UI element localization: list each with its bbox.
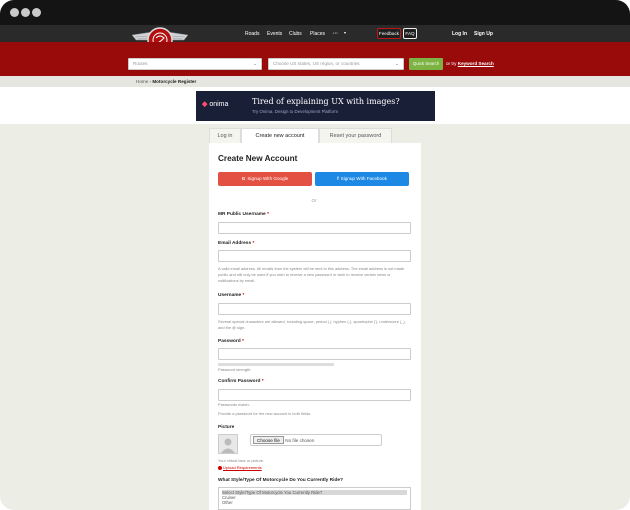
window-titlebar (0, 0, 630, 25)
nav-events[interactable]: Events (267, 31, 282, 37)
tab-login[interactable]: Log in (209, 128, 241, 143)
motorcycle-style-label: What Style/Type Of Motorcycle Do You Cur… (218, 478, 344, 483)
no-file-chosen-text: No file chosen (285, 438, 315, 443)
facebook-icon: f (337, 176, 339, 181)
or-divider: Or (311, 198, 317, 203)
upload-requirements-link[interactable]: Upload Requirements (218, 465, 262, 470)
public-username-label: MR Public Username * (218, 212, 269, 217)
avatar (218, 434, 238, 454)
keyword-search-link[interactable]: Keyword Search (458, 61, 494, 66)
signup-link[interactable]: Sign Up (474, 31, 493, 37)
nav-roads[interactable]: Roads (245, 31, 259, 37)
window-dot-icon[interactable] (21, 8, 30, 17)
choose-file-button[interactable]: Choose file (253, 436, 284, 444)
ad-subtext: Try Onima. Design to Development Platfor… (252, 109, 338, 114)
login-link[interactable]: Log In (452, 31, 467, 37)
confirm-password-label: Confirm Password * (218, 379, 264, 384)
password-strength-label: Password strength: (218, 367, 252, 372)
passwords-match-label: Passwords match: (218, 402, 250, 407)
motorcycle-style-listbox[interactable]: Select Style/Type Of Motorcycle You Curr… (218, 487, 411, 510)
ad-brand: ◆ onima (202, 101, 229, 108)
nav-more-menu[interactable]: ··· (333, 31, 338, 37)
ad-banner[interactable]: ◆ onima Tired of explaining UX with imag… (196, 91, 435, 121)
nav-clubs[interactable]: Clubs (289, 31, 302, 37)
chevron-down-icon[interactable]: ▾ (344, 30, 346, 35)
keyword-search-prompt: or try Keyword Search (446, 61, 494, 66)
email-input[interactable] (218, 250, 411, 262)
public-username-input[interactable] (218, 222, 411, 234)
password-label: Password * (218, 339, 244, 344)
nav-places[interactable]: Places (310, 31, 325, 37)
faq-button[interactable]: FAQ (403, 28, 417, 39)
or-try-text: or try (446, 61, 457, 66)
confirm-password-input[interactable] (218, 389, 411, 401)
tab-reset-password[interactable]: Reset your password (319, 128, 392, 143)
picture-file-input[interactable]: Choose file No file chosen (250, 434, 382, 446)
email-hint: A valid email address. All emails from t… (218, 266, 405, 283)
google-icon: G (241, 176, 246, 181)
routes-select-value: Routes (133, 61, 148, 66)
listbox-option[interactable]: Other (222, 500, 407, 505)
password-input[interactable] (218, 348, 411, 360)
window-dot-icon[interactable] (32, 8, 41, 17)
chevron-down-icon: ⌄ (395, 61, 399, 66)
chevron-down-icon: ⌄ (253, 61, 257, 66)
google-signup-label: Signup With Google (247, 176, 289, 181)
region-select[interactable]: Choose US states, US region, or countrie… (268, 58, 404, 70)
browser-window: Roads Events Clubs Places ··· ▾ Feedback… (0, 0, 630, 510)
user-silhouette-icon (221, 438, 235, 453)
tab-create-account[interactable]: Create new account (241, 128, 319, 144)
facebook-signup-label: Signup With Facebook (340, 176, 387, 181)
breadcrumb-separator: › (149, 79, 152, 84)
breadcrumb-current: Motorcycle Register (152, 79, 197, 84)
username-label: Username * (218, 293, 245, 298)
picture-hint: Your virtual face or picture. (218, 458, 265, 463)
ad-headline: Tired of explaining UX with images? (252, 97, 400, 106)
password-strength-bar (218, 363, 334, 366)
feedback-button[interactable]: Feedback (377, 28, 401, 39)
google-signup-button[interactable]: G Signup With Google (218, 172, 312, 186)
page-title: Create New Account (218, 154, 298, 163)
username-input[interactable] (218, 303, 411, 315)
email-label: Email Address * (218, 241, 255, 246)
region-select-value: Choose US states, US region, or countrie… (273, 61, 360, 66)
quick-search-button[interactable]: Quick Search (409, 58, 443, 70)
confirm-password-hint: Provide a password for the new account i… (218, 411, 312, 416)
routes-select[interactable]: Routes ⌄ (128, 58, 262, 70)
breadcrumb-bar (0, 76, 630, 87)
window-dot-icon[interactable] (10, 8, 19, 17)
breadcrumb-home[interactable]: Home (136, 79, 148, 84)
breadcrumb: Home › Motorcycle Register (136, 79, 196, 84)
username-hint: Several special characters are allowed, … (218, 319, 406, 330)
facebook-signup-button[interactable]: f Signup With Facebook (315, 172, 409, 186)
picture-label: Picture (218, 425, 235, 430)
